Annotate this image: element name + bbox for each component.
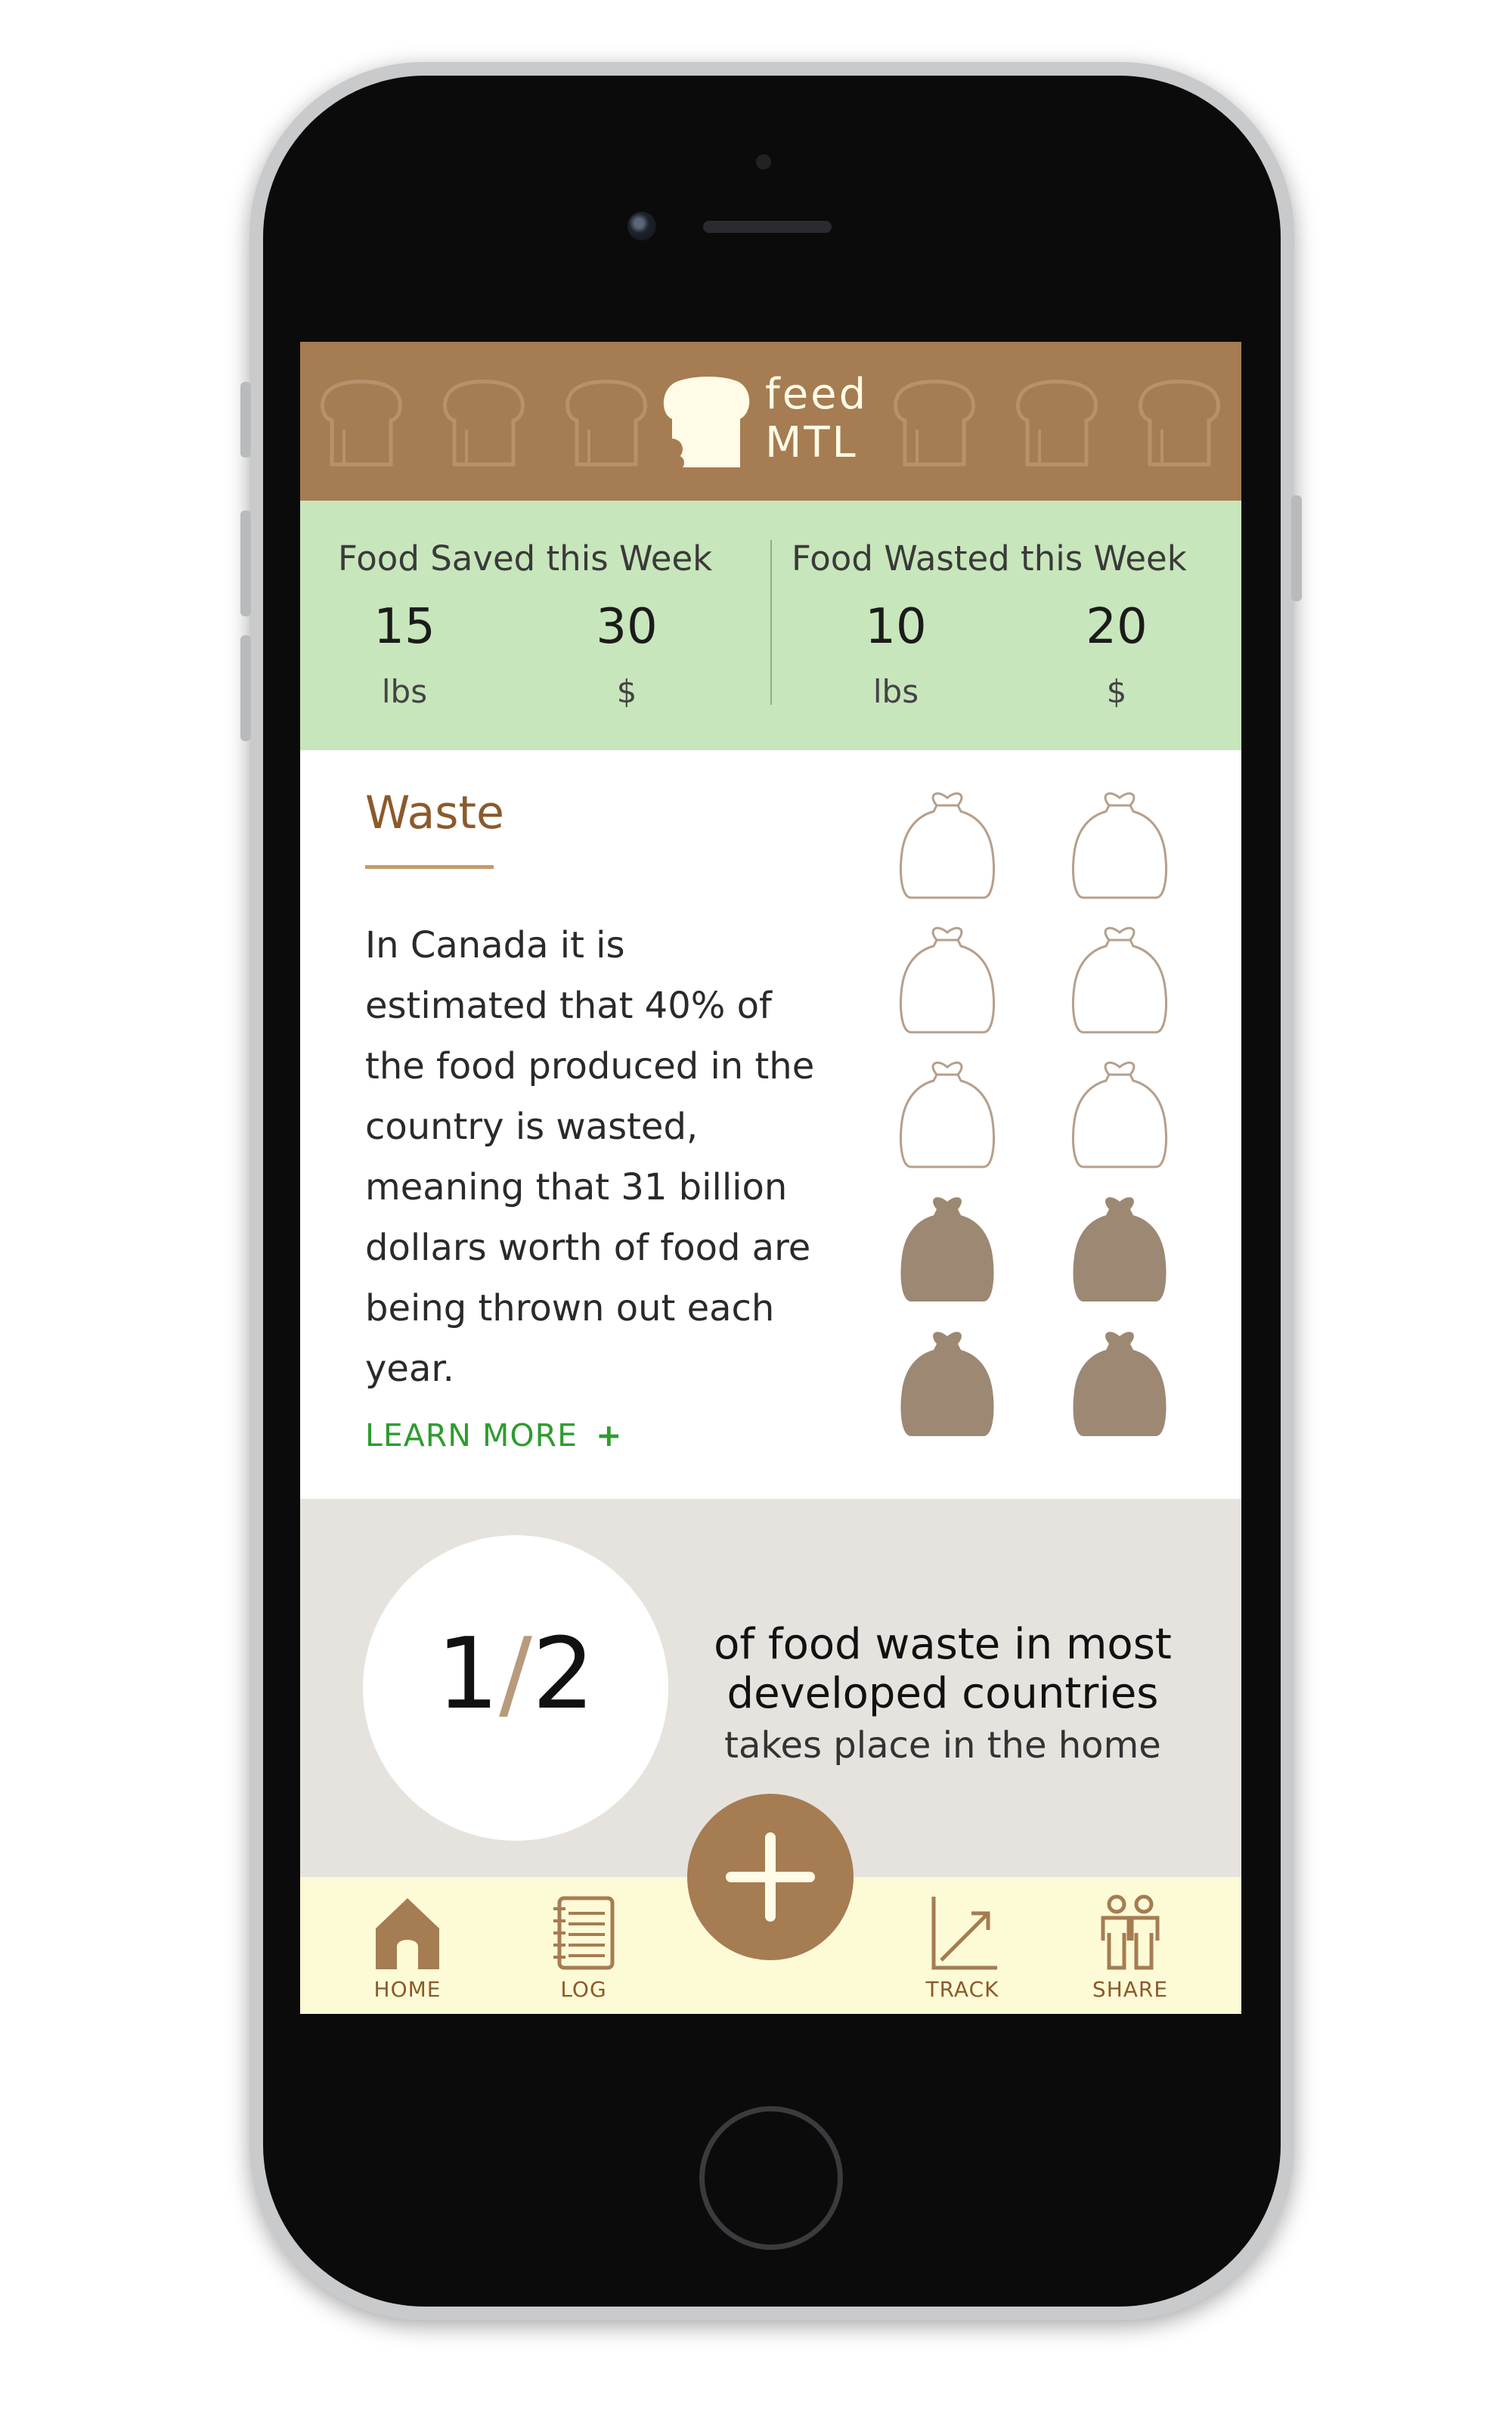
fact-line-3: takes place in the home bbox=[724, 1724, 1161, 1767]
empty-trash-bag-icon bbox=[900, 926, 995, 1034]
wasted-weight-unit: lbs bbox=[872, 673, 919, 710]
toast-pattern-icon bbox=[1016, 380, 1098, 467]
toast-pattern-icon bbox=[565, 380, 647, 467]
saved-weight-value: 15 bbox=[373, 599, 435, 655]
app-brand: feed MTL bbox=[765, 371, 868, 467]
earpiece-speaker bbox=[703, 221, 832, 233]
wasted-money-value: 20 bbox=[1086, 599, 1148, 655]
nav-track[interactable]: TRACK bbox=[906, 1877, 1019, 2014]
saved-stat-title: Food Saved this Week bbox=[338, 538, 713, 579]
fraction-denominator: 2 bbox=[531, 1616, 595, 1731]
empty-trash-bag-icon bbox=[900, 792, 995, 899]
full-trash-bag-icon bbox=[900, 1332, 994, 1436]
wasted-weight-value: 10 bbox=[865, 599, 927, 655]
volume-down-button bbox=[240, 635, 251, 741]
notebook-icon bbox=[553, 1896, 615, 1970]
brand-line-1: feed bbox=[765, 370, 869, 419]
power-button bbox=[1291, 495, 1302, 601]
full-trash-bag-icon bbox=[900, 1197, 994, 1302]
saved-money-unit: $ bbox=[616, 673, 637, 710]
empty-trash-bag-icon bbox=[1072, 926, 1167, 1034]
home-icon bbox=[376, 1898, 439, 1969]
fact-line-2: developed countries bbox=[727, 1669, 1159, 1718]
front-camera bbox=[627, 212, 656, 240]
full-trash-bag-icon bbox=[1073, 1332, 1167, 1436]
bread-logo-icon bbox=[662, 377, 750, 470]
toast-pattern-icon bbox=[894, 380, 975, 467]
volume-up-button bbox=[240, 510, 251, 616]
wasted-stat-title: Food Wasted this Week bbox=[792, 538, 1187, 579]
toast-pattern-icon bbox=[443, 380, 525, 467]
saved-money-value: 30 bbox=[596, 599, 658, 655]
empty-trash-bag-icon bbox=[900, 1061, 995, 1168]
app-header: feed MTL bbox=[300, 342, 1241, 501]
people-icon bbox=[1101, 1894, 1160, 1970]
waste-description: In Canada it is estimated that 40% of th… bbox=[365, 924, 815, 1390]
learn-more-link[interactable]: LEARN MORE + bbox=[365, 1417, 622, 1454]
fraction-slash: / bbox=[499, 1616, 532, 1731]
waste-heading: Waste bbox=[365, 786, 504, 839]
proximity-sensor bbox=[756, 154, 771, 169]
fact-line-1: of food waste in most bbox=[714, 1620, 1172, 1669]
nav-home[interactable]: HOME bbox=[351, 1877, 464, 2014]
stats-divider bbox=[770, 540, 772, 705]
toast-pattern-icon bbox=[1139, 380, 1220, 467]
wasted-money-unit: $ bbox=[1106, 673, 1127, 710]
nav-log-label: LOG bbox=[560, 1977, 607, 2002]
nav-share-label: SHARE bbox=[1092, 1977, 1169, 2002]
nav-log[interactable]: LOG bbox=[527, 1877, 640, 2014]
fraction-value: 1/2 bbox=[363, 1616, 668, 1731]
nav-share[interactable]: SHARE bbox=[1074, 1877, 1187, 2014]
toast-pattern-icon bbox=[321, 380, 402, 467]
fraction-numerator: 1 bbox=[436, 1616, 500, 1731]
chart-trend-icon bbox=[931, 1897, 997, 1970]
brand-line-2: MTL bbox=[765, 418, 858, 467]
saved-weight-unit: lbs bbox=[381, 673, 428, 710]
waste-info-card: Waste In Canada it is estimated that 40%… bbox=[300, 750, 1241, 1499]
full-trash-bag-icon bbox=[1073, 1197, 1167, 1302]
nav-home-label: HOME bbox=[373, 1977, 442, 2002]
mute-switch bbox=[240, 382, 251, 458]
nav-track-label: TRACK bbox=[925, 1977, 999, 2002]
weekly-stats-panel: Food Saved this Week 15 lbs 30 $ Food Wa… bbox=[300, 501, 1241, 750]
home-button[interactable] bbox=[699, 2106, 843, 2250]
heading-underline bbox=[365, 865, 494, 869]
empty-trash-bag-icon bbox=[1072, 1061, 1167, 1168]
plus-icon: + bbox=[596, 1417, 623, 1454]
app-screen: feed MTL Food Saved this Week 15 lbs 30 … bbox=[300, 342, 1241, 2014]
learn-more-label: LEARN MORE bbox=[365, 1417, 578, 1454]
plus-icon bbox=[726, 1832, 815, 1922]
add-entry-button[interactable] bbox=[687, 1794, 854, 1960]
empty-trash-bag-icon bbox=[1072, 792, 1167, 899]
